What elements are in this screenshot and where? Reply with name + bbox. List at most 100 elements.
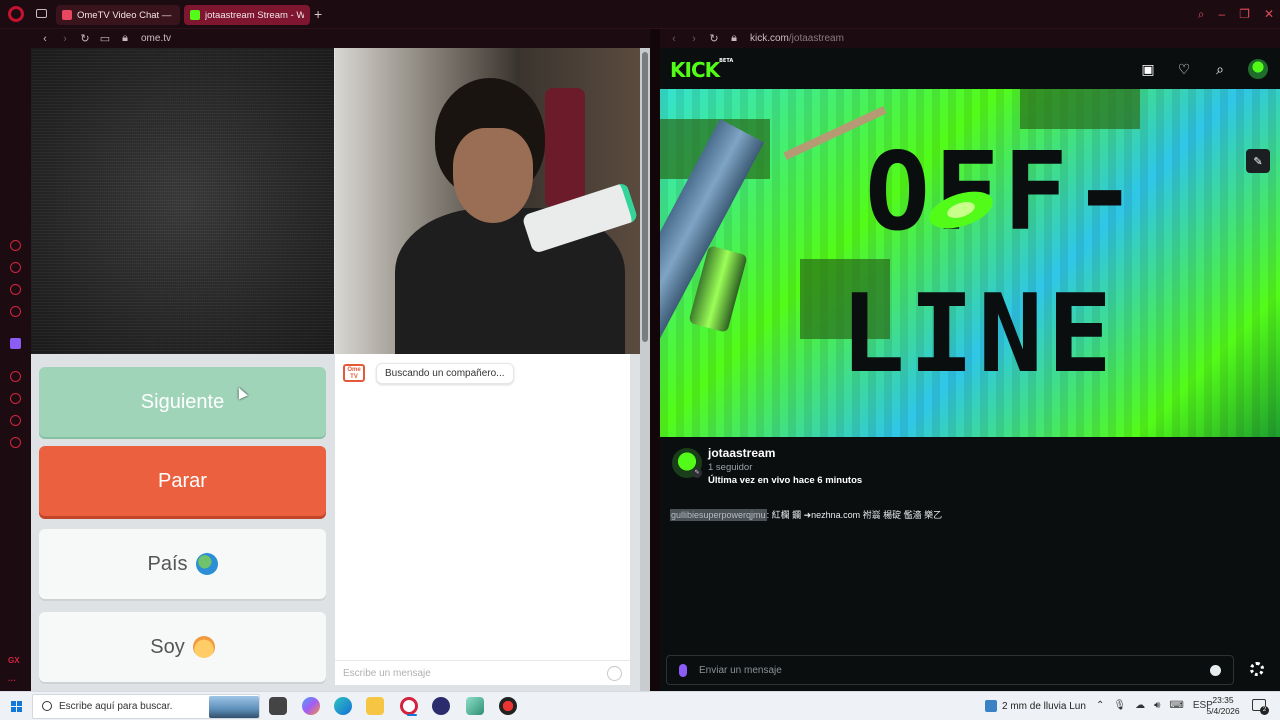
stop-button[interactable]: Parar bbox=[39, 446, 326, 516]
edge-icon[interactable] bbox=[334, 697, 352, 715]
scrollbar[interactable] bbox=[640, 48, 650, 691]
more-icon[interactable]: ··· bbox=[8, 676, 16, 685]
volume-icon[interactable]: 🔊︎ bbox=[1154, 700, 1160, 711]
microphone-tray-icon[interactable]: 🎙︎ bbox=[1113, 700, 1126, 711]
kick-logo[interactable]: KICKBETA bbox=[670, 58, 733, 82]
emote-icon[interactable] bbox=[1210, 665, 1221, 676]
smiley-icon[interactable] bbox=[607, 666, 622, 681]
chat-placeholder: Escribe un mensaje bbox=[343, 667, 431, 679]
follower-count: 1 seguidor bbox=[708, 462, 753, 473]
app-icon[interactable] bbox=[466, 697, 484, 715]
gender-button[interactable]: Soy bbox=[39, 612, 326, 682]
heart-icon[interactable]: ♡ bbox=[1176, 61, 1192, 77]
self-video bbox=[335, 48, 640, 354]
forward-icon[interactable]: › bbox=[59, 33, 71, 45]
back-icon[interactable]: ‹ bbox=[668, 33, 680, 45]
pencil-icon[interactable]: ✎ bbox=[692, 468, 702, 478]
aria-icon[interactable] bbox=[10, 240, 21, 251]
stop-label: Parar bbox=[158, 469, 207, 492]
opera-logo-icon[interactable] bbox=[8, 6, 24, 22]
window-controls: ⌕ – ❐ ✕ bbox=[1198, 6, 1274, 22]
file-explorer-icon[interactable] bbox=[366, 697, 384, 715]
gear-icon[interactable] bbox=[1250, 662, 1264, 676]
last-live-text: Última vez en vivo hace 6 minutos bbox=[708, 475, 863, 486]
app-icon[interactable] bbox=[499, 697, 517, 715]
gx-icon[interactable]: GX bbox=[8, 656, 20, 665]
scrollbar-thumb[interactable] bbox=[642, 52, 648, 342]
search-highlight-image[interactable] bbox=[209, 696, 259, 718]
background-jacket bbox=[545, 88, 585, 208]
minimize-button[interactable]: – bbox=[1218, 6, 1225, 22]
new-tab-button[interactable]: + bbox=[314, 6, 322, 22]
weather-text: 2 mm de lluvia Lun bbox=[1002, 700, 1086, 712]
opera-gx-icon[interactable] bbox=[400, 697, 418, 716]
clock[interactable]: 23:35 5/4/2026 bbox=[1203, 695, 1243, 717]
history-icon[interactable] bbox=[10, 393, 21, 404]
url-text[interactable]: kick.com/jotaastream bbox=[750, 33, 844, 44]
kick-favicon-icon bbox=[190, 10, 200, 20]
kick-logo-text: KICK bbox=[670, 58, 720, 82]
kick-header: KICKBETA ▣ ♡ ⌕ bbox=[660, 48, 1280, 89]
keyboard-icon[interactable]: ⌨︎ bbox=[1169, 700, 1183, 711]
channel-name[interactable]: jotaastream bbox=[708, 446, 775, 460]
weather-widget[interactable]: 2 mm de lluvia Lun bbox=[985, 700, 1086, 712]
ometv-chat: Ome TV Buscando un compañero... Escribe … bbox=[335, 354, 630, 685]
gender-label: Soy bbox=[150, 635, 185, 658]
close-button[interactable]: ✕ bbox=[1264, 6, 1274, 22]
ometv-page: Siguiente Parar País Soy Ome TV Buscando… bbox=[31, 48, 650, 691]
settings-icon[interactable] bbox=[10, 437, 21, 448]
mail-icon[interactable] bbox=[10, 306, 21, 317]
system-tray: ⌃ 🎙︎ ☁︎ 🔊︎ ⌨︎ ESP bbox=[1096, 700, 1213, 711]
globe-icon bbox=[195, 553, 218, 575]
split-divider[interactable] bbox=[650, 29, 660, 691]
twitch-icon[interactable] bbox=[10, 338, 21, 349]
forward-icon[interactable]: › bbox=[688, 33, 700, 45]
ometv-logo-icon: Ome TV bbox=[343, 364, 365, 382]
next-button[interactable]: Siguiente bbox=[39, 367, 326, 437]
address-bar-left: ‹ › ↻ ▭ 🔒︎ ome.tv bbox=[31, 29, 650, 48]
search-icon[interactable]: ⌕ bbox=[1212, 61, 1228, 77]
user-avatar[interactable] bbox=[1248, 59, 1268, 79]
kick-chat-input[interactable]: Enviar un mensaje bbox=[666, 655, 1234, 685]
beta-badge: BETA bbox=[719, 58, 734, 64]
person-face bbox=[453, 128, 533, 223]
rain-icon bbox=[985, 700, 997, 712]
tab-ometv[interactable]: OmeTV Video Chat — Ome bbox=[56, 5, 180, 25]
player-icon[interactable] bbox=[10, 371, 21, 382]
country-button[interactable]: País bbox=[39, 529, 326, 599]
camera-icon[interactable]: ▭ bbox=[99, 32, 111, 45]
edit-banner-button[interactable]: ✎ bbox=[1246, 149, 1270, 173]
chat-text: : 紅欄 鑭 ➜nezhna.com 祔嵡 楊碇 儖濇 樂乙 bbox=[766, 510, 943, 520]
copilot-icon[interactable] bbox=[302, 697, 320, 715]
tab-kick[interactable]: jotaastream Stream - Watc bbox=[184, 5, 310, 25]
notification-badge: 2 bbox=[1260, 706, 1269, 715]
boy-icon bbox=[192, 636, 215, 658]
chevron-up-icon[interactable]: ⌃ bbox=[1096, 700, 1104, 711]
clock-time: 23:35 bbox=[1212, 695, 1234, 705]
offline-text-line1: OFF- bbox=[865, 130, 1142, 255]
restore-button[interactable]: ❐ bbox=[1239, 6, 1250, 22]
microphone-icon[interactable] bbox=[679, 664, 687, 677]
task-view-icon[interactable] bbox=[269, 697, 287, 715]
ai-icon[interactable] bbox=[10, 262, 21, 273]
cloud-icon[interactable]: ☁︎ bbox=[1135, 700, 1145, 711]
workspaces-icon[interactable] bbox=[36, 9, 47, 18]
reload-icon[interactable]: ↻ bbox=[79, 32, 91, 45]
bookmarks-icon[interactable] bbox=[10, 415, 21, 426]
offline-text-line2: LINE bbox=[840, 272, 1117, 397]
status-bubble: Buscando un compañero... bbox=[376, 363, 514, 384]
search-tabs-icon[interactable]: ⌕ bbox=[1198, 6, 1205, 22]
chat-message: gullibiesuperpowerqjmu: 紅欄 鑭 ➜nezhna.com… bbox=[670, 508, 942, 521]
chat-input[interactable]: Escribe un mensaje bbox=[335, 660, 630, 685]
back-icon[interactable]: ‹ bbox=[39, 33, 51, 45]
offline-banner: OFF- LINE ✎ bbox=[660, 89, 1280, 437]
app-icon[interactable] bbox=[432, 697, 450, 715]
browse-icon[interactable]: ▣ bbox=[1140, 61, 1156, 77]
pixel-block bbox=[1020, 89, 1140, 129]
reload-icon[interactable]: ↻ bbox=[708, 32, 720, 45]
url-text[interactable]: ome.tv bbox=[141, 33, 171, 44]
chat-username[interactable]: gullibiesuperpowerqjmu bbox=[670, 509, 767, 521]
taskbar-search[interactable]: Escribe aquí para buscar. bbox=[32, 694, 260, 719]
windows-start-icon[interactable] bbox=[11, 701, 22, 712]
messenger-icon[interactable] bbox=[10, 284, 21, 295]
